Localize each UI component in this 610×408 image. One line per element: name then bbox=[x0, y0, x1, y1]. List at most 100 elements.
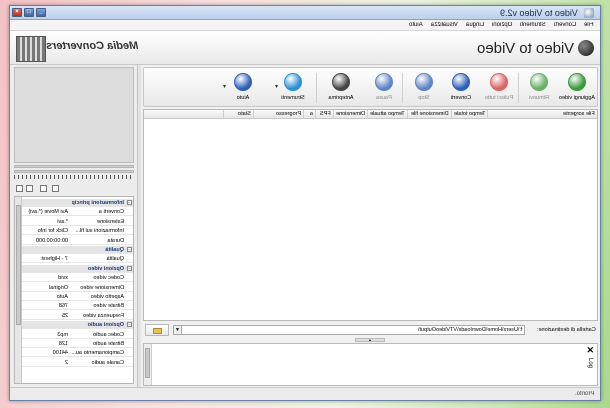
column-header[interactable]: FPS bbox=[315, 110, 333, 119]
logo-text: Media Converters bbox=[46, 40, 139, 52]
property-key: Converti a bbox=[98, 209, 124, 216]
menu-aiuto[interactable]: Aiuto bbox=[409, 22, 423, 28]
property-value[interactable]: 128 bbox=[24, 341, 68, 347]
property-pages-icon[interactable] bbox=[40, 185, 47, 192]
column-header-label: a bbox=[309, 111, 313, 117]
close-log-icon[interactable]: ✕ bbox=[586, 345, 594, 356]
column-header-label: Tempo totale bbox=[453, 111, 486, 117]
close-window-button[interactable]: × bbox=[12, 8, 22, 17]
property-row[interactable]: Informazioni sul fil... Click for info bbox=[22, 227, 133, 236]
menu-converti[interactable]: Converti bbox=[554, 22, 576, 28]
column-header-label: FPS bbox=[320, 111, 331, 117]
menu-file[interactable]: File bbox=[584, 22, 594, 28]
expand-icon[interactable] bbox=[52, 185, 59, 192]
browse-folder-button[interactable] bbox=[145, 324, 169, 336]
destination-path-field[interactable]: f:\Users\Home\Downloads\VTVideoOutput\ bbox=[173, 325, 525, 335]
column-header[interactable]: Stato bbox=[223, 110, 253, 119]
sort-alphabetical-icon[interactable] bbox=[26, 185, 33, 192]
tools-icon bbox=[284, 73, 302, 91]
property-section[interactable]: Opzioni video − bbox=[22, 264, 133, 273]
convert-button[interactable]: Converti bbox=[443, 70, 479, 106]
column-header[interactable]: File sorgente bbox=[487, 110, 597, 119]
property-value[interactable]: 25 bbox=[24, 313, 68, 319]
maximize-window-button[interactable]: □ bbox=[24, 8, 34, 17]
app-title: Video to Video bbox=[476, 40, 574, 57]
help-button[interactable]: Aiuto bbox=[223, 70, 263, 106]
menu-visualizza[interactable]: Visualizza bbox=[431, 22, 458, 28]
property-section[interactable]: Informazioni principali− bbox=[22, 199, 133, 207]
scroll-thumb[interactable] bbox=[16, 205, 21, 325]
destination-path: f:\Users\Home\Downloads\VTVideoOutput\ bbox=[417, 327, 522, 333]
property-value[interactable]: xvid bbox=[24, 275, 68, 281]
menu-lingua[interactable]: Lingua bbox=[466, 22, 484, 28]
column-header[interactable]: Progresso bbox=[253, 110, 303, 119]
property-row[interactable]: Canale audio 2 bbox=[22, 359, 133, 367]
trim-slider[interactable] bbox=[14, 170, 134, 173]
property-row[interactable]: Frequenza video 25 bbox=[22, 312, 133, 320]
help-dropdown-arrow[interactable]: ▾ bbox=[223, 70, 229, 106]
toolbar-button-label: Pulisci tutto bbox=[484, 95, 514, 101]
splitter-grip[interactable]: ▴ bbox=[355, 338, 385, 342]
log-scrollbar[interactable] bbox=[144, 344, 152, 385]
property-value[interactable]: *.avi bbox=[24, 219, 68, 225]
column-header-label: Tempo attuale bbox=[370, 111, 405, 117]
property-value[interactable]: Click for info bbox=[24, 228, 68, 234]
menu-opzioni[interactable]: Opzioni bbox=[492, 22, 512, 28]
property-row[interactable]: Campionamento au... 44100 bbox=[22, 349, 133, 358]
app-window: × □ _ Video to Video v2.9 File Converti … bbox=[9, 5, 601, 401]
column-header-label: File sorgente bbox=[563, 111, 595, 117]
column-header[interactable]: a bbox=[303, 110, 315, 119]
collapse-icon[interactable]: − bbox=[127, 200, 132, 205]
collapse-icon[interactable]: − bbox=[127, 265, 132, 271]
pause-button[interactable]: Pausa bbox=[367, 70, 401, 106]
media-converters-logo: Media Converters bbox=[16, 36, 138, 62]
property-row[interactable]: Bitrate video 768 bbox=[22, 302, 133, 311]
property-value[interactable]: Avi Movie (*.avi) bbox=[24, 209, 68, 215]
collapse-icon[interactable]: − bbox=[127, 322, 132, 328]
property-row[interactable]: Converti a Avi Movie (*.avi) bbox=[22, 208, 133, 217]
property-value[interactable]: mp3 bbox=[24, 332, 68, 338]
remove-video-button[interactable]: Rimuovi bbox=[521, 70, 557, 106]
property-value[interactable]: 2 bbox=[24, 360, 68, 366]
menu-strumenti[interactable]: Strumenti bbox=[520, 22, 546, 28]
property-row[interactable]: Codec audio mp3 bbox=[22, 331, 133, 339]
toolbar-button-label: Converti bbox=[450, 95, 472, 101]
position-slider[interactable] bbox=[14, 165, 134, 168]
column-header[interactable]: Tempo attuale bbox=[367, 110, 407, 119]
property-value[interactable]: 00:00:00.000 bbox=[24, 238, 68, 244]
menu-bar: File Converti Strumenti Opzioni Lingua V… bbox=[10, 20, 600, 31]
file-list-header: File sorgente Tempo totale Dimensione file… bbox=[144, 110, 597, 119]
file-list[interactable]: File sorgente Tempo totale Dimensione file… bbox=[143, 109, 598, 321]
column-header[interactable]: Dimensione file bbox=[407, 110, 451, 119]
log-scroll-thumb[interactable] bbox=[145, 348, 150, 378]
property-value[interactable]: 44100 bbox=[24, 350, 68, 356]
property-value[interactable]: Original bbox=[24, 285, 68, 291]
property-value[interactable]: 7 - Highest bbox=[24, 256, 68, 262]
log-splitter[interactable]: ▴ bbox=[143, 338, 598, 342]
column-header[interactable]: Tempo totale bbox=[451, 110, 487, 119]
column-header[interactable]: Dimensione bbox=[333, 110, 367, 119]
property-row[interactable]: Durata 00:00:00.000 bbox=[22, 237, 133, 245]
property-row[interactable]: Estensione *.avi bbox=[22, 218, 133, 226]
property-row[interactable]: Qualità 7 - Highest bbox=[22, 255, 133, 264]
property-section[interactable]: Opzioni audio − bbox=[22, 321, 133, 330]
property-row[interactable]: Codec video xvid bbox=[22, 274, 133, 283]
property-row[interactable]: Dimensione video Original bbox=[22, 284, 133, 292]
stop-button[interactable]: Stop bbox=[407, 70, 441, 106]
properties-scrollbar[interactable] bbox=[15, 197, 22, 383]
add-video-button[interactable]: Aggiungi video bbox=[559, 70, 595, 106]
property-value[interactable]: Auto bbox=[24, 294, 68, 300]
destination-dropdown-button[interactable]: ▼ bbox=[173, 325, 182, 335]
preview-button[interactable]: Anteprima bbox=[321, 70, 361, 106]
property-key: Qualità bbox=[106, 256, 124, 263]
sort-categorized-icon[interactable] bbox=[16, 185, 23, 192]
tools-dropdown-arrow[interactable]: ▾ bbox=[275, 70, 281, 106]
clear-all-button[interactable]: Pulisci tutto bbox=[481, 70, 517, 106]
title-bar: × □ _ Video to Video v2.9 bbox=[10, 6, 600, 20]
minimize-window-button[interactable]: _ bbox=[36, 8, 46, 17]
property-section[interactable]: Qualità − bbox=[22, 246, 133, 254]
property-row[interactable]: Bitrate audio 128 bbox=[22, 340, 133, 348]
collapse-icon[interactable]: − bbox=[127, 247, 132, 252]
property-row[interactable]: Aspetto video Auto bbox=[22, 293, 133, 301]
property-value[interactable]: 768 bbox=[24, 303, 68, 309]
